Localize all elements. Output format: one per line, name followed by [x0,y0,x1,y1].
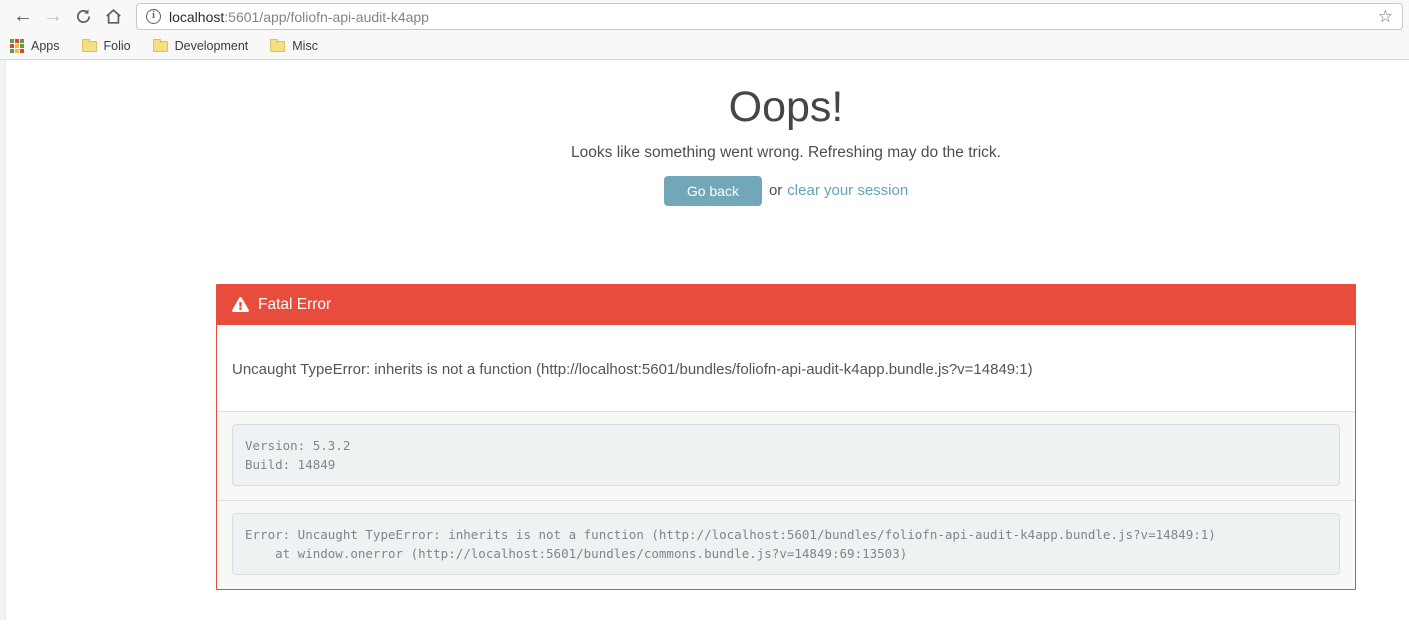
fatal-error-header: Fatal Error [217,284,1355,325]
page-content: Oops! Looks like something went wrong. R… [0,60,1409,640]
version-line: Version: 5.3.2 [245,437,351,453]
apps-label: Apps [31,39,60,53]
version-info-box: Version: 5.3.2 Build: 14849 [232,423,1340,486]
home-icon[interactable] [100,4,126,30]
error-hero: Oops! Looks like something went wrong. R… [216,60,1356,206]
bookmark-folder-label: Misc [292,39,318,53]
go-back-button[interactable]: Go back [663,175,762,206]
reload-icon[interactable] [70,4,96,30]
warning-triangle-icon [232,297,249,313]
folder-icon [152,38,168,52]
bookmark-folder-folio[interactable]: Folio [81,38,131,53]
browser-chrome: ← → i localhost:5601/app/foliofn-api-aud… [0,0,1409,60]
browser-toolbar: ← → i localhost:5601/app/foliofn-api-aud… [0,0,1409,33]
main-container: Oops! Looks like something went wrong. R… [216,60,1356,590]
bookmark-folder-label: Development [174,39,249,53]
bookmarks-bar: Apps Folio Development Misc [0,33,1409,59]
error-message: Uncaught TypeError: inherits is not a fu… [232,360,1033,378]
error-message-section: Uncaught TypeError: inherits is not a fu… [217,324,1355,411]
apps-grid-icon [10,39,24,53]
page-info-icon[interactable]: i [146,9,161,24]
version-section: Version: 5.3.2 Build: 14849 [217,410,1355,500]
folder-icon [270,38,286,52]
bookmark-folder-development[interactable]: Development [152,38,249,53]
stack-line: at window.onerror (http://localhost:5601… [245,545,908,561]
window-edge-strip [0,60,6,620]
bookmark-folder-misc[interactable]: Misc [270,38,318,53]
error-subtitle: Looks like something went wrong. Refresh… [571,143,1001,161]
fatal-error-panel: Fatal Error Uncaught TypeError: inherits… [216,283,1356,590]
stack-trace-section: Error: Uncaught TypeError: inherits is n… [217,499,1355,589]
clear-session-link[interactable]: clear your session [787,182,908,199]
bookmark-star-icon[interactable]: ☆ [1378,7,1393,27]
page-title: Oops! [728,83,844,131]
or-text: or [768,182,783,200]
bookmark-folder-label: Folio [103,39,131,53]
error-stack-box: Error: Uncaught TypeError: inherits is n… [232,512,1340,575]
fatal-error-title: Fatal Error [258,295,332,313]
forward-icon[interactable]: → [40,4,66,30]
error-actions: Go back or clear your session [216,175,1356,206]
apps-shortcut[interactable]: Apps [10,39,60,53]
stack-line: Error: Uncaught TypeError: inherits is n… [245,526,1216,542]
url-text: localhost:5601/app/foliofn-api-audit-k4a… [169,8,429,25]
folder-icon [81,38,97,52]
address-bar[interactable]: i localhost:5601/app/foliofn-api-audit-k… [136,3,1403,30]
back-icon[interactable]: ← [10,4,36,30]
build-line: Build: 14849 [245,456,336,472]
